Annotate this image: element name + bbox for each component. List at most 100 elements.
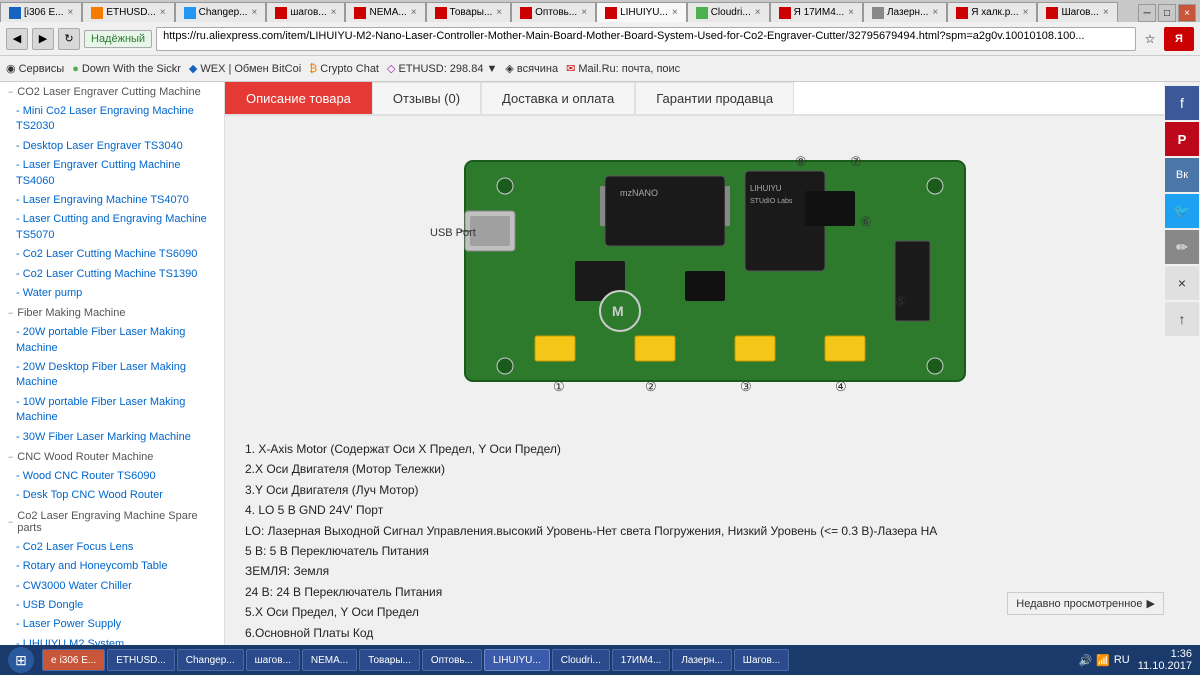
tab-close-8[interactable]: × (672, 7, 678, 18)
tab-close-3[interactable]: × (252, 7, 258, 18)
sidebar-item-desktop[interactable]: - Desktop Laser Engraver TS3040 (0, 137, 224, 156)
minimize-button[interactable]: ─ (1138, 4, 1156, 22)
sidebar-category-fiber[interactable]: − Fiber Making Machine (0, 303, 224, 323)
tab-close-5[interactable]: × (411, 7, 417, 18)
tab-close-6[interactable]: × (496, 7, 502, 18)
bookmark-crypto[interactable]: ₿ Crypto Chat (309, 63, 379, 75)
tab-favicon-12 (956, 7, 968, 19)
taskbar-app-lihuiyu[interactable]: LIHUIYU... (484, 649, 550, 671)
taskbar-app-laser[interactable]: Лазерн... (672, 649, 731, 671)
sidebar-item-10w-portable[interactable]: - 10W portable Fiber Laser Making Machin… (0, 393, 224, 428)
tab-label-8: LIHUIYU... (620, 7, 668, 18)
tab-12[interactable]: Я халк.р... × (947, 2, 1037, 22)
sidebar-category-spare[interactable]: − Co2 Laser Engraving Machine Spare part… (0, 506, 224, 538)
sidebar: − CO2 Laser Engraver Cutting Machine - M… (0, 82, 225, 645)
tab-close-11[interactable]: × (932, 7, 938, 18)
edit-button[interactable]: ✏ (1165, 230, 1199, 264)
bookmark-mailru[interactable]: ✉ Mail.Ru: почта, поис (566, 62, 680, 75)
sidebar-item-engraving-ts4070[interactable]: - Laser Engraving Machine TS4070 (0, 191, 224, 210)
tab-7[interactable]: Оптовь... × (511, 2, 596, 22)
tab-1[interactable]: [i306 E... × (0, 2, 82, 22)
sidebar-item-lihuiyu-m2[interactable]: - LIHUIYU M2 System (0, 635, 224, 645)
tab-close-7[interactable]: × (581, 7, 587, 18)
scroll-up-button[interactable]: ↑ (1165, 302, 1199, 336)
pinterest-button[interactable]: P (1165, 122, 1199, 156)
bookmark-sickr[interactable]: ● Down With the Sickr (72, 63, 181, 75)
tab-8[interactable]: LIHUIYU... × (596, 2, 687, 22)
taskbar-app-shagov[interactable]: Шагов... (734, 649, 789, 671)
bookmark-eth[interactable]: ◇ ETHUSD: 298.84 ▼ (387, 62, 497, 75)
tab-label-5: NEMA... (369, 7, 406, 18)
taskbar-app-optov[interactable]: Оптовь... (422, 649, 482, 671)
taskbar-app-ie[interactable]: ei306 E... (42, 649, 105, 671)
tab-11[interactable]: Лазерн... × (863, 2, 947, 22)
tab-favicon-13 (1046, 7, 1058, 19)
sidebar-item-rotary[interactable]: - Rotary and Honeycomb Table (0, 557, 224, 576)
tab-close-13[interactable]: × (1103, 7, 1109, 18)
tab-2[interactable]: ETHUSD... × (82, 2, 174, 22)
start-button[interactable]: ⊞ (8, 647, 34, 673)
facebook-button[interactable]: f (1165, 86, 1199, 120)
tab-delivery[interactable]: Доставка и оплата (481, 82, 635, 114)
tab-description[interactable]: Описание товара (225, 82, 372, 114)
taskbar-app-shag[interactable]: шагов... (246, 649, 300, 671)
tab-reviews[interactable]: Отзывы (0) (372, 82, 481, 114)
sidebar-item-laser-cutting[interactable]: - Laser Cutting and Engraving Machine TS… (0, 210, 224, 245)
maximize-button[interactable]: □ (1158, 4, 1176, 22)
sidebar-item-usb-dongle[interactable]: - USB Dongle (0, 596, 224, 615)
taskbar-app-change[interactable]: Changeр... (177, 649, 244, 671)
tab-10[interactable]: Я 17ИМ4... × (770, 2, 863, 22)
close-button[interactable]: × (1178, 4, 1196, 22)
sidebar-item-mini-co2[interactable]: - Mini Co2 Laser Engraving Machine TS203… (0, 102, 224, 137)
sidebar-item-20w-portable[interactable]: - 20W portable Fiber Laser Making Machin… (0, 323, 224, 358)
sidebar-item-20w-desktop[interactable]: - 20W Desktop Fiber Laser Making Machine (0, 358, 224, 393)
recently-viewed-button[interactable]: Недавно просмотренное ▶ (1007, 592, 1164, 615)
social-close-button[interactable]: × (1165, 266, 1199, 300)
taskbar-app-17im[interactable]: 17ИМ4... (612, 649, 671, 671)
sidebar-item-water-pump[interactable]: - Water pump (0, 284, 224, 303)
url-bar[interactable]: https://ru.aliexpress.com/item/LIHUIYU-M… (156, 27, 1136, 51)
tab-3[interactable]: Changeр... × (175, 2, 267, 22)
sidebar-item-30w-fiber[interactable]: - 30W Fiber Laser Marking Machine (0, 428, 224, 447)
back-button[interactable]: ◀ (6, 28, 28, 50)
tab-close-1[interactable]: × (67, 7, 73, 18)
twitter-button[interactable]: 🐦 (1165, 194, 1199, 228)
tab-6[interactable]: Товары... × (426, 2, 512, 22)
sidebar-item-desk-top-cnc[interactable]: - Desk Top CNC Wood Router (0, 486, 224, 505)
bookmark-star[interactable]: ☆ (1140, 32, 1160, 46)
tab-4[interactable]: шагов... × (266, 2, 345, 22)
sidebar-item-chiller[interactable]: - CW3000 Water Chiller (0, 577, 224, 596)
tab-close-12[interactable]: × (1023, 7, 1029, 18)
bookmark-services[interactable]: ◉ Сервисы (6, 62, 64, 75)
sidebar-item-wood-cnc-ts6090[interactable]: - Wood CNC Router TS6090 (0, 467, 224, 486)
tab-5[interactable]: NEMA... × (345, 2, 425, 22)
forward-button[interactable]: ▶ (32, 28, 54, 50)
tab-label-7: Оптовь... (535, 7, 577, 18)
sidebar-item-co2-ts1390[interactable]: - Co2 Laser Cutting Machine TS1390 (0, 265, 224, 284)
tab-close-4[interactable]: × (331, 7, 337, 18)
tab-close-9[interactable]: × (755, 7, 761, 18)
taskbar-app-cloud[interactable]: Cloudri... (552, 649, 610, 671)
bookmark-wex[interactable]: ◆ WEX | Обмен BitCoi (189, 62, 301, 75)
tab-9[interactable]: Cloudri... × (687, 2, 770, 22)
sidebar-item-focus-lens[interactable]: - Co2 Laser Focus Lens (0, 538, 224, 557)
sidebar-item-laser-power[interactable]: - Laser Power Supply (0, 615, 224, 634)
clock-date: 11.10.2017 (1138, 660, 1192, 672)
reload-button[interactable]: ↻ (58, 28, 80, 50)
sidebar-item-co2-ts6090[interactable]: - Co2 Laser Cutting Machine TS6090 (0, 245, 224, 264)
board-image: USB Port mzNANO LIHUIYU STUdIO Labs (405, 141, 985, 411)
tab-13[interactable]: Шагов... × (1037, 2, 1117, 22)
svg-text:M: M (612, 303, 624, 319)
bookmark-vsyachina[interactable]: ◈ всячина (505, 62, 558, 75)
sidebar-category-cnc[interactable]: − CNC Wood Router Machine (0, 447, 224, 467)
secure-label: Надёжный (84, 30, 152, 48)
tab-close-10[interactable]: × (848, 7, 854, 18)
sidebar-category-co2[interactable]: − CO2 Laser Engraver Cutting Machine (0, 82, 224, 102)
taskbar-app-tovary[interactable]: Товары... (359, 649, 420, 671)
tab-guarantee[interactable]: Гарантии продавца (635, 82, 794, 114)
taskbar-app-nema[interactable]: NEMA... (302, 649, 357, 671)
tab-close-2[interactable]: × (160, 7, 166, 18)
taskbar-app-eth[interactable]: ETHUSD... (107, 649, 174, 671)
vk-button[interactable]: Вк (1165, 158, 1199, 192)
sidebar-item-engraver-ts4060[interactable]: - Laser Engraver Cutting Machine TS4060 (0, 156, 224, 191)
